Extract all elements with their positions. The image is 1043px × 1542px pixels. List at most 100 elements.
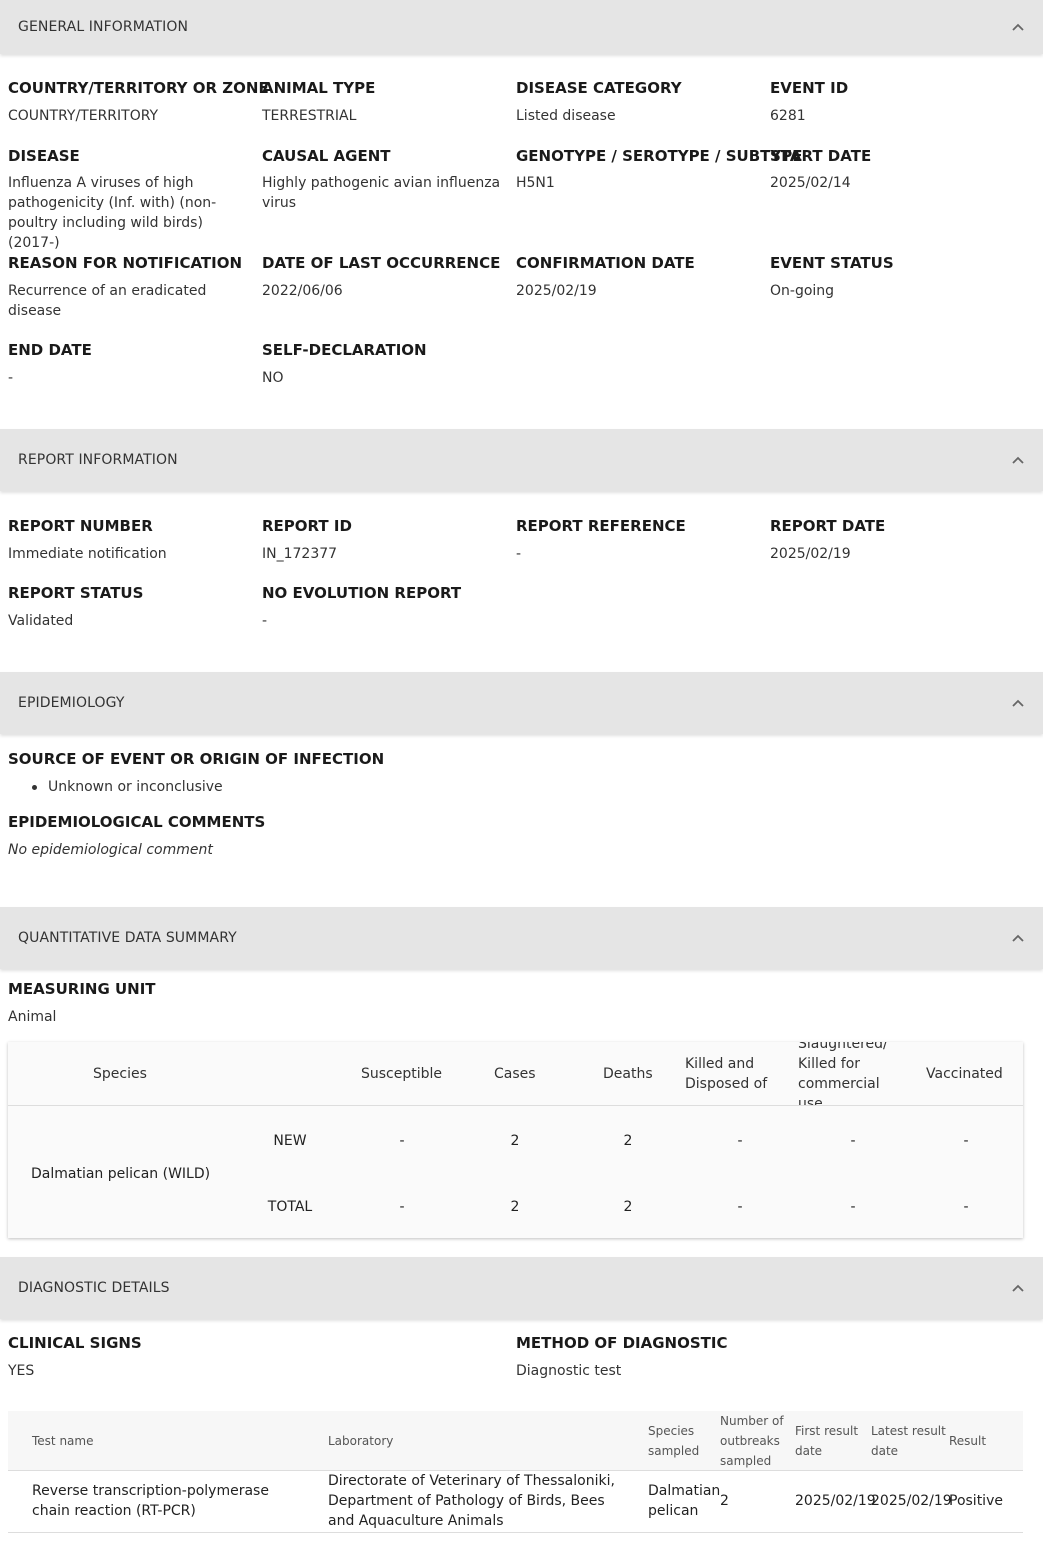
- col-outbreaks: Number of outbreaks sampled: [720, 1414, 784, 1468]
- section-title: REPORT INFORMATION: [18, 452, 178, 468]
- cell-result: Positive: [949, 1493, 1003, 1509]
- epidemiology-header[interactable]: EPIDEMIOLOGY: [0, 672, 1043, 734]
- field-value: -: [262, 613, 268, 629]
- end-date-field: END DATE -: [8, 340, 256, 388]
- field-label: REPORT NUMBER: [8, 517, 153, 535]
- field-value: Recurrence of an eradicated disease: [8, 283, 207, 319]
- field-value: 2025/02/19: [770, 546, 851, 562]
- field-value: COUNTRY/TERRITORY: [8, 108, 159, 124]
- start-date-field: START DATE 2025/02/14: [770, 146, 1018, 193]
- chevron-up-icon[interactable]: [1011, 698, 1025, 708]
- field-label: GENOTYPE / SEROTYPE / SUBTYPE: [516, 147, 803, 165]
- cell-cases: 2: [510, 1133, 520, 1149]
- field-label: MEASURING UNIT: [8, 980, 156, 998]
- field-value: Validated: [8, 613, 74, 629]
- last-occurrence-field: DATE OF LAST OCCURRENCE 2022/06/06: [262, 253, 510, 301]
- row-type: TOTAL: [267, 1199, 313, 1215]
- field-label: COUNTRY/TERRITORY OR ZONE: [8, 79, 269, 97]
- table-row: Reverse transcription-polymerase chain r…: [8, 1471, 1023, 1533]
- field-label: ANIMAL TYPE: [262, 79, 376, 97]
- cell-susceptible: -: [399, 1133, 405, 1149]
- species-name: Dalmatian pelican (WILD): [31, 1166, 211, 1182]
- cell-vaccinated: -: [963, 1199, 969, 1215]
- col-species-sampled: Species sampled: [648, 1424, 700, 1458]
- cell-deaths: 2: [623, 1199, 633, 1215]
- field-label: EVENT STATUS: [770, 254, 894, 272]
- field-value: YES: [8, 1363, 35, 1379]
- field-value: 2025/02/19: [516, 283, 597, 299]
- disease-category-field: DISEASE CATEGORY Listed disease: [516, 78, 764, 126]
- col-cases: Cases: [494, 1066, 536, 1082]
- genotype-field: GENOTYPE / SEROTYPE / SUBTYPE H5N1: [516, 146, 803, 193]
- col-slaughtered: Slaughtered/ Killed for commercial use: [798, 1042, 888, 1106]
- field-label: REASON FOR NOTIFICATION: [8, 254, 243, 272]
- report-reference-field: REPORT REFERENCE -: [516, 516, 764, 564]
- clinical-signs-field: CLINICAL SIGNS YES: [8, 1333, 256, 1381]
- quantitative-data-header[interactable]: QUANTITATIVE DATA SUMMARY: [0, 907, 1043, 969]
- chevron-up-icon[interactable]: [1011, 455, 1025, 465]
- diagnostic-table: Test name Laboratory Species sampled Num…: [8, 1411, 1023, 1533]
- field-label: CONFIRMATION DATE: [516, 254, 695, 272]
- no-evolution-report-field: NO EVOLUTION REPORT -: [262, 583, 510, 631]
- report-information-header[interactable]: REPORT INFORMATION: [0, 429, 1043, 491]
- report-id-field: REPORT ID IN_172377: [262, 516, 510, 564]
- diagnostic-details-header[interactable]: DIAGNOSTIC DETAILS: [0, 1257, 1043, 1319]
- section-title: GENERAL INFORMATION: [18, 19, 189, 35]
- cell-species: Dalmatian pelican: [648, 1483, 721, 1519]
- epidemiological-comments-field: EPIDEMIOLOGICAL COMMENTS No epidemiologi…: [8, 812, 608, 860]
- col-susceptible: Susceptible: [361, 1066, 443, 1082]
- field-value: 2022/06/06: [262, 283, 343, 299]
- section-title: DIAGNOSTIC DETAILS: [18, 1280, 170, 1296]
- cell-cases: 2: [510, 1199, 520, 1215]
- field-value: 2025/02/14: [770, 175, 851, 191]
- self-declaration-field: SELF-DECLARATION NO: [262, 340, 510, 388]
- cell-killed: -: [737, 1199, 743, 1215]
- field-value: IN_172377: [262, 546, 338, 562]
- field-label: DISEASE: [8, 147, 80, 165]
- table-header: Test name Laboratory Species sampled Num…: [8, 1411, 1023, 1471]
- field-label: CLINICAL SIGNS: [8, 1334, 142, 1352]
- general-information-header[interactable]: GENERAL INFORMATION: [0, 0, 1043, 54]
- cell-deaths: 2: [623, 1133, 633, 1149]
- field-label: DISEASE CATEGORY: [516, 79, 682, 97]
- field-value: On-going: [770, 283, 835, 299]
- field-label: METHOD OF DIAGNOSTIC: [516, 1334, 728, 1352]
- cell-slaughtered: -: [850, 1199, 856, 1215]
- report-status-field: REPORT STATUS Validated: [8, 583, 256, 631]
- cell-laboratory: Directorate of Veterinary of Thessalonik…: [328, 1473, 615, 1529]
- col-result: Result: [949, 1434, 987, 1448]
- col-first-result: First result date: [795, 1424, 859, 1458]
- field-value: No epidemiological comment: [8, 842, 213, 858]
- cell-killed: -: [737, 1133, 743, 1149]
- country-field: COUNTRY/TERRITORY OR ZONE COUNTRY/TERRIT…: [8, 78, 269, 126]
- chevron-up-icon[interactable]: [1011, 933, 1025, 943]
- field-value: Highly pathogenic avian influenza virus: [262, 175, 501, 211]
- causal-agent-field: CAUSAL AGENT Highly pathogenic avian inf…: [262, 146, 506, 213]
- disease-field: DISEASE Influenza A viruses of high path…: [8, 146, 252, 253]
- col-laboratory: Laboratory: [328, 1434, 394, 1448]
- confirmation-date-field: CONFIRMATION DATE 2025/02/19: [516, 253, 764, 301]
- field-label: CAUSAL AGENT: [262, 147, 391, 165]
- section-title: EPIDEMIOLOGY: [18, 695, 125, 711]
- field-value: Animal: [8, 1009, 57, 1025]
- field-label: REPORT ID: [262, 517, 352, 535]
- animal-type-field: ANIMAL TYPE TERRESTRIAL: [262, 78, 510, 126]
- chevron-up-icon[interactable]: [1011, 1283, 1025, 1293]
- table-header: Species Susceptible Cases Deaths Killed …: [8, 1042, 1023, 1106]
- field-value: NO: [262, 370, 284, 386]
- field-label: REPORT DATE: [770, 517, 886, 535]
- cell-test-name: Reverse transcription-polymerase chain r…: [32, 1483, 269, 1519]
- field-value: H5N1: [516, 175, 555, 191]
- col-killed: Killed and Disposed of: [685, 1056, 768, 1092]
- field-label: DATE OF LAST OCCURRENCE: [262, 254, 501, 272]
- cell-susceptible: -: [399, 1199, 405, 1215]
- chevron-up-icon[interactable]: [1011, 22, 1025, 32]
- row-type: NEW: [273, 1133, 307, 1149]
- event-status-field: EVENT STATUS On-going: [770, 253, 1018, 301]
- col-latest-result: Latest result date: [871, 1424, 946, 1458]
- method-of-diagnostic-field: METHOD OF DIAGNOSTIC Diagnostic test: [516, 1333, 816, 1381]
- field-value: Listed disease: [516, 108, 616, 124]
- measuring-unit-field: MEASURING UNIT Animal: [8, 979, 256, 1027]
- field-label: END DATE: [8, 341, 92, 359]
- field-value: Diagnostic test: [516, 1363, 622, 1379]
